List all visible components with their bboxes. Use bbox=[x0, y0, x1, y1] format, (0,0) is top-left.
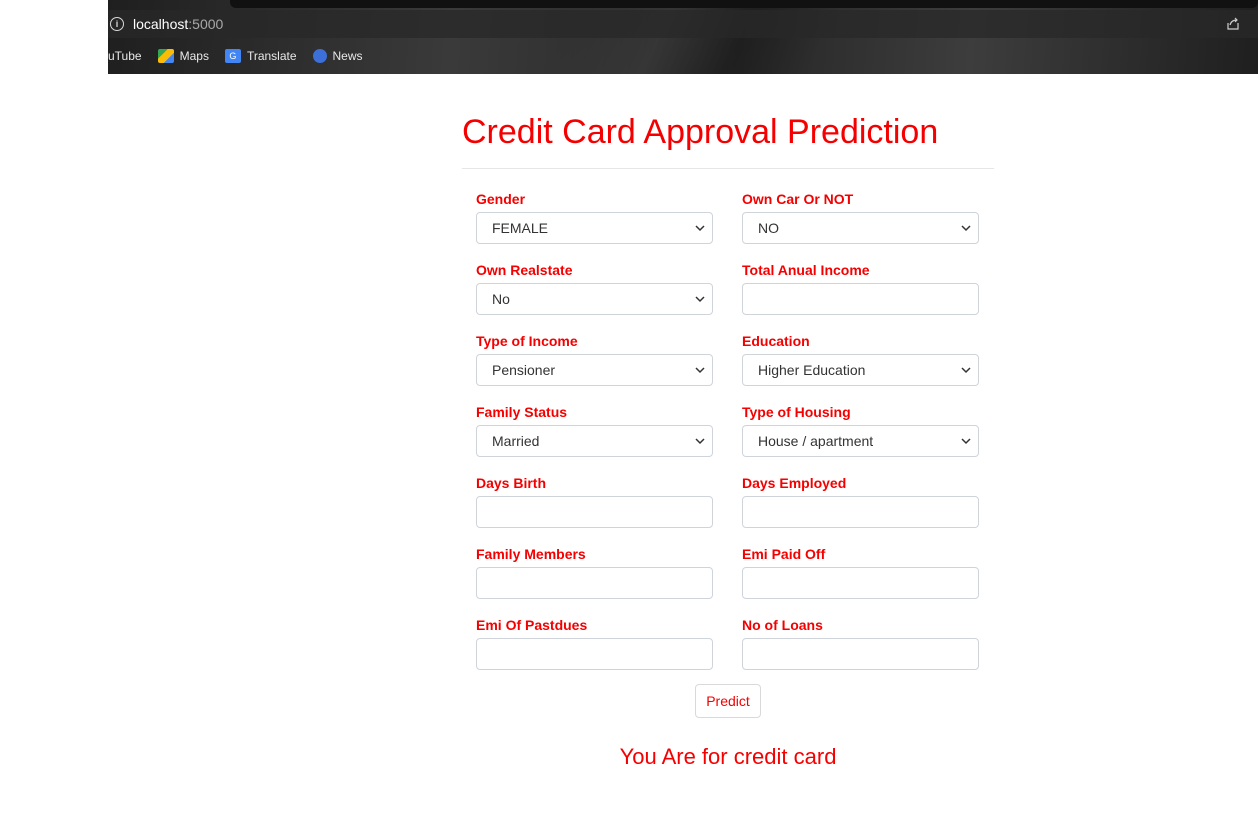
own-car-field: Own Car Or NOT NO bbox=[742, 190, 979, 244]
news-icon bbox=[312, 49, 327, 63]
own-car-value: NO bbox=[758, 220, 779, 236]
bookmark-news[interactable]: News bbox=[312, 49, 363, 63]
total-income-label: Total Anual Income bbox=[742, 262, 870, 278]
housing-type-value: House / apartment bbox=[758, 433, 874, 449]
bookmark-label: uTube bbox=[108, 49, 142, 63]
prediction-result: You Are for credit card bbox=[619, 744, 837, 769]
income-type-value: Pensioner bbox=[492, 362, 556, 378]
education-field: Education Higher Education bbox=[742, 332, 979, 386]
chevron-down-icon bbox=[961, 438, 971, 445]
own-realstate-field: Own Realstate No bbox=[476, 261, 713, 315]
own-realstate-label: Own Realstate bbox=[476, 262, 573, 278]
main-container: Credit Card Approval Prediction bbox=[462, 104, 994, 169]
own-realstate-select[interactable]: No bbox=[476, 283, 713, 315]
address-bar[interactable]: i localhost:5000 bbox=[108, 10, 1258, 38]
gender-value: FEMALE bbox=[492, 220, 549, 236]
days-employed-field: Days Employed bbox=[742, 474, 979, 528]
emi-paid-off-input[interactable] bbox=[742, 567, 979, 599]
emi-pastdues-input[interactable] bbox=[476, 638, 713, 670]
emi-paid-off-field: Emi Paid Off bbox=[742, 545, 979, 599]
bookmark-maps[interactable]: Maps bbox=[157, 49, 209, 63]
days-birth-label: Days Birth bbox=[476, 475, 547, 491]
gender-field: Gender FEMALE bbox=[476, 190, 713, 244]
bookmark-label: News bbox=[332, 49, 363, 63]
predict-button[interactable]: Predict bbox=[695, 684, 761, 718]
total-income-input[interactable] bbox=[742, 283, 979, 315]
no-of-loans-field: No of Loans bbox=[742, 616, 979, 670]
emi-pastdues-field: Emi Of Pastdues bbox=[476, 616, 713, 670]
income-type-select[interactable]: Pensioner bbox=[476, 354, 713, 386]
days-birth-field: Days Birth bbox=[476, 474, 713, 528]
emi-paid-off-label: Emi Paid Off bbox=[742, 546, 826, 562]
chevron-down-icon bbox=[695, 225, 705, 232]
chevron-down-icon bbox=[695, 438, 705, 445]
family-status-label: Family Status bbox=[476, 404, 568, 420]
family-status-select[interactable]: Married bbox=[476, 425, 713, 457]
family-members-field: Family Members bbox=[476, 545, 713, 599]
page-title: Credit Card Approval Prediction bbox=[462, 113, 939, 151]
bookmark-youtube[interactable]: uTube bbox=[108, 49, 142, 63]
housing-type-field: Type of Housing House / apartment bbox=[742, 403, 979, 457]
no-of-loans-input[interactable] bbox=[742, 638, 979, 670]
info-icon[interactable]: i bbox=[110, 17, 124, 31]
share-icon[interactable] bbox=[1226, 17, 1240, 31]
family-status-value: Married bbox=[492, 433, 540, 449]
housing-type-select[interactable]: House / apartment bbox=[742, 425, 979, 457]
days-employed-input[interactable] bbox=[742, 496, 979, 528]
bookmark-label: Maps bbox=[179, 49, 209, 63]
no-of-loans-label: No of Loans bbox=[742, 617, 823, 633]
url-port: :5000 bbox=[188, 16, 224, 32]
education-select[interactable]: Higher Education bbox=[742, 354, 979, 386]
url-host: localhost bbox=[133, 16, 189, 32]
tab-strip bbox=[230, 0, 1258, 8]
education-value: Higher Education bbox=[758, 362, 866, 378]
own-realstate-value: No bbox=[492, 291, 510, 307]
url-text[interactable]: localhost:5000 bbox=[133, 16, 223, 32]
income-type-label: Type of Income bbox=[476, 333, 578, 349]
income-type-field: Type of Income Pensioner bbox=[476, 332, 713, 386]
browser-chrome: i localhost:5000 uTube Maps G Translate … bbox=[108, 0, 1258, 74]
chevron-down-icon bbox=[695, 367, 705, 374]
education-label: Education bbox=[742, 333, 810, 349]
title-divider bbox=[462, 168, 994, 169]
translate-icon: G bbox=[224, 49, 241, 63]
chevron-down-icon bbox=[961, 367, 971, 374]
emi-pastdues-label: Emi Of Pastdues bbox=[476, 617, 588, 633]
maps-icon bbox=[157, 49, 174, 63]
gender-select[interactable]: FEMALE bbox=[476, 212, 713, 244]
bookmark-translate[interactable]: G Translate bbox=[224, 49, 297, 63]
family-members-label: Family Members bbox=[476, 546, 586, 562]
bookmark-label: Translate bbox=[246, 49, 297, 63]
own-car-select[interactable]: NO bbox=[742, 212, 979, 244]
gender-label: Gender bbox=[476, 191, 526, 207]
total-income-field: Total Anual Income bbox=[742, 261, 979, 315]
chevron-down-icon bbox=[961, 225, 971, 232]
family-status-field: Family Status Married bbox=[476, 403, 713, 457]
bookmarks-bar: uTube Maps G Translate News bbox=[108, 46, 373, 66]
chevron-down-icon bbox=[695, 296, 705, 303]
housing-type-label: Type of Housing bbox=[742, 404, 851, 420]
own-car-label: Own Car Or NOT bbox=[742, 191, 854, 207]
days-employed-label: Days Employed bbox=[742, 475, 847, 491]
days-birth-input[interactable] bbox=[476, 496, 713, 528]
family-members-input[interactable] bbox=[476, 567, 713, 599]
